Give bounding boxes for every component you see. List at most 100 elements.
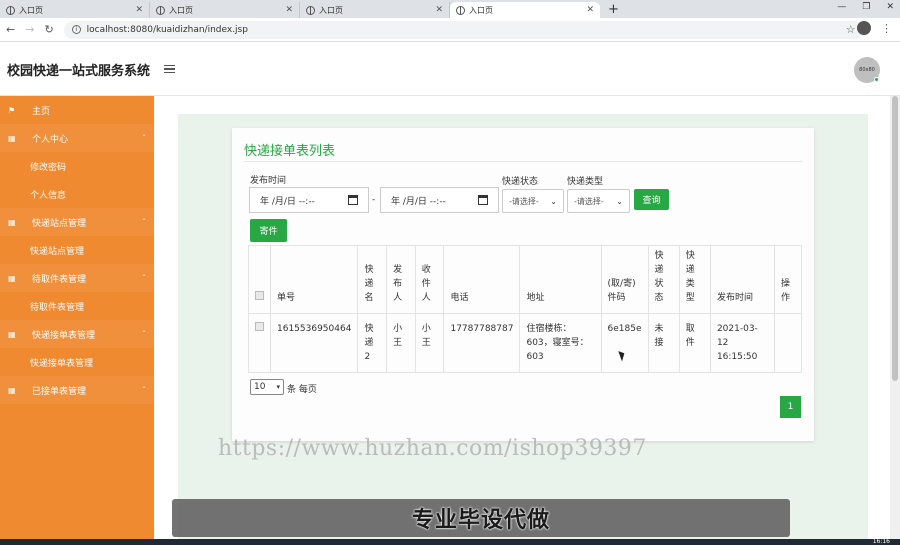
sidebar-item-station[interactable]: 快递站点管理 (0, 236, 154, 264)
browser-actions: ⋮ (857, 21, 892, 35)
sidebar-item-label: 个人信息 (30, 190, 67, 201)
cell-publish-time: 2021-03-12 16:15:50 (709, 313, 775, 373)
sidebar-item-label: 快递站点管理 (30, 246, 85, 257)
os-taskbar (0, 539, 900, 545)
orders-table: 单号 快递名 发布人 收件人 电话 地址 (取/寄)件码 快递状态 快递类型 发… (248, 245, 803, 373)
start-date-input[interactable]: 年 /月/日 --:-- (249, 187, 369, 213)
page-title: 快递接单表列表 (244, 144, 336, 159)
sidebar-group-pickup[interactable]: ▦ 待取件表管理 ˆ (0, 264, 154, 292)
end-date-input[interactable]: 年 /月/日 --:-- (380, 187, 499, 213)
cell-text: 小王 (421, 324, 431, 348)
scrollbar-thumb[interactable] (892, 96, 898, 381)
sidebar-item-orders[interactable]: 快递接单表管理 (0, 348, 154, 376)
browser-tab-4[interactable]: 入口页 ✕ (450, 2, 600, 18)
checkbox[interactable] (255, 291, 264, 300)
grid-icon: ▦ (8, 273, 16, 283)
sidebar-item-label: 主页 (32, 106, 51, 117)
page-scrollbar[interactable] (890, 96, 900, 545)
new-tab-icon[interactable]: + (608, 2, 619, 17)
grid-icon: ▦ (8, 329, 16, 339)
header-code: (取/寄)件码 (600, 245, 649, 314)
date-placeholder: 年 /月/日 --:-- (260, 196, 315, 207)
header-text: 发布人 (393, 265, 403, 303)
sidebar-group-orders[interactable]: ▦ 快递接单表管理 ˆ (0, 320, 154, 348)
flag-icon: ⚑ (8, 105, 16, 115)
chevron-down-icon: ⌄ (550, 196, 557, 206)
menu-icon[interactable]: ⋮ (881, 22, 892, 35)
back-icon[interactable]: ← (6, 23, 15, 36)
chevron-down-icon: ⌄ (616, 196, 623, 206)
window-close-icon[interactable]: ✕ (886, 2, 894, 12)
header-status: 快递状态 (647, 245, 680, 314)
close-icon[interactable]: ✕ (135, 5, 143, 15)
cell-receiver: 小王 (414, 313, 445, 373)
watermark-url: https://www.huzhan.com/ishop39397 (218, 436, 647, 461)
header-courier: 快递名 (357, 245, 388, 314)
sidebar-group-station[interactable]: ▦ 快递站点管理 ˆ (0, 208, 154, 236)
checkbox[interactable] (255, 322, 264, 331)
row-select[interactable] (248, 313, 271, 373)
globe-icon (156, 5, 165, 15)
url-text: localhost:8080/kuaidizhan/index.jsp (86, 24, 248, 35)
reload-icon[interactable]: ↻ (44, 23, 53, 36)
calendar-icon[interactable] (478, 195, 488, 205)
collapse-caret-icon: ˆ (142, 133, 146, 143)
type-select[interactable]: -请选择- ⌄ (567, 189, 630, 213)
grid-icon: ▦ (8, 133, 16, 143)
online-status-icon (874, 77, 879, 82)
minimize-icon[interactable]: — (837, 2, 846, 12)
header-select-all[interactable] (248, 245, 271, 314)
url-field[interactable]: i localhost:8080/kuaidizhan/index.jsp ☆ (63, 20, 864, 39)
sidebar-item-personal-info[interactable]: 个人信息 (0, 180, 154, 208)
cell-code: 6e185e (600, 313, 649, 373)
browser-tab-3[interactable]: 入口页 ✕ (300, 2, 450, 18)
maximize-icon[interactable]: ❐ (862, 2, 870, 12)
globe-icon (306, 5, 315, 15)
close-icon[interactable]: ✕ (285, 5, 293, 15)
browser-tab-2[interactable]: 入口页 ✕ (150, 2, 300, 18)
sidebar-item-pickup[interactable]: 待取件表管理 (0, 292, 154, 320)
page-size-select[interactable]: 10 ▾ (250, 379, 284, 395)
globe-icon (6, 5, 15, 15)
header-receiver: 收件人 (414, 245, 445, 314)
cell-address: 住宿楼栋：603，寝室号：603 (519, 313, 602, 373)
per-page-label: 条 每页 (287, 385, 317, 395)
select-value: -请选择- (509, 196, 539, 206)
calendar-icon[interactable] (348, 195, 358, 205)
cell-publisher: 小王 (386, 313, 416, 373)
sidebar-item-label: 修改密码 (30, 162, 67, 173)
nav-buttons: ← → ↻ (6, 23, 54, 36)
collapse-caret-icon: ˆ (142, 385, 146, 395)
bookmark-star-icon[interactable]: ☆ (846, 23, 856, 36)
sidebar-item-home[interactable]: ⚑ 主页 (0, 96, 154, 124)
globe-icon (456, 5, 465, 15)
query-button[interactable]: 查询 (634, 189, 669, 210)
status-label: 快递状态 (502, 177, 539, 187)
sidebar: ⚑ 主页 ▦ 个人中心 ˆ 修改密码 个人信息 ▦ 快递站点管理 ˆ 快递站点管理 ▦ 待取… (0, 96, 154, 545)
status-select[interactable]: -请选择- ⌄ (502, 189, 564, 213)
sidebar-item-label: 个人中心 (32, 134, 69, 145)
sidebar-item-label: 快递接单表管理 (32, 330, 96, 341)
tab-title: 入口页 (169, 5, 193, 15)
close-icon[interactable]: ✕ (435, 5, 443, 15)
date-separator: - (372, 195, 376, 205)
close-icon[interactable]: ✕ (586, 5, 594, 15)
page-button-1[interactable]: 1 (780, 396, 801, 418)
sidebar-group-accepted[interactable]: ▦ 已接单表管理 ˆ (0, 376, 154, 404)
forward-icon[interactable]: → (25, 23, 34, 36)
profile-icon[interactable] (857, 21, 871, 35)
send-package-button[interactable]: 寄件 (250, 219, 287, 242)
title-divider (244, 161, 802, 162)
hamburger-menu-icon[interactable] (164, 65, 176, 73)
info-icon[interactable]: i (71, 25, 81, 34)
avatar[interactable]: 80x80 (854, 57, 880, 83)
sidebar-item-change-password[interactable]: 修改密码 (0, 152, 154, 180)
header-publisher: 发布人 (386, 245, 416, 314)
sidebar-group-personal-center[interactable]: ▦ 个人中心 ˆ (0, 124, 154, 152)
sidebar-item-label: 快递站点管理 (32, 218, 87, 229)
table-header-row: 单号 快递名 发布人 收件人 电话 地址 (取/寄)件码 快递状态 快递类型 发… (248, 245, 803, 314)
cell-order-no: 1615536950464 (269, 313, 359, 373)
header-publish-time: 发布时间 (709, 245, 775, 314)
tab-title: 入口页 (469, 5, 493, 15)
browser-tab-1[interactable]: 入口页 ✕ (0, 2, 150, 18)
